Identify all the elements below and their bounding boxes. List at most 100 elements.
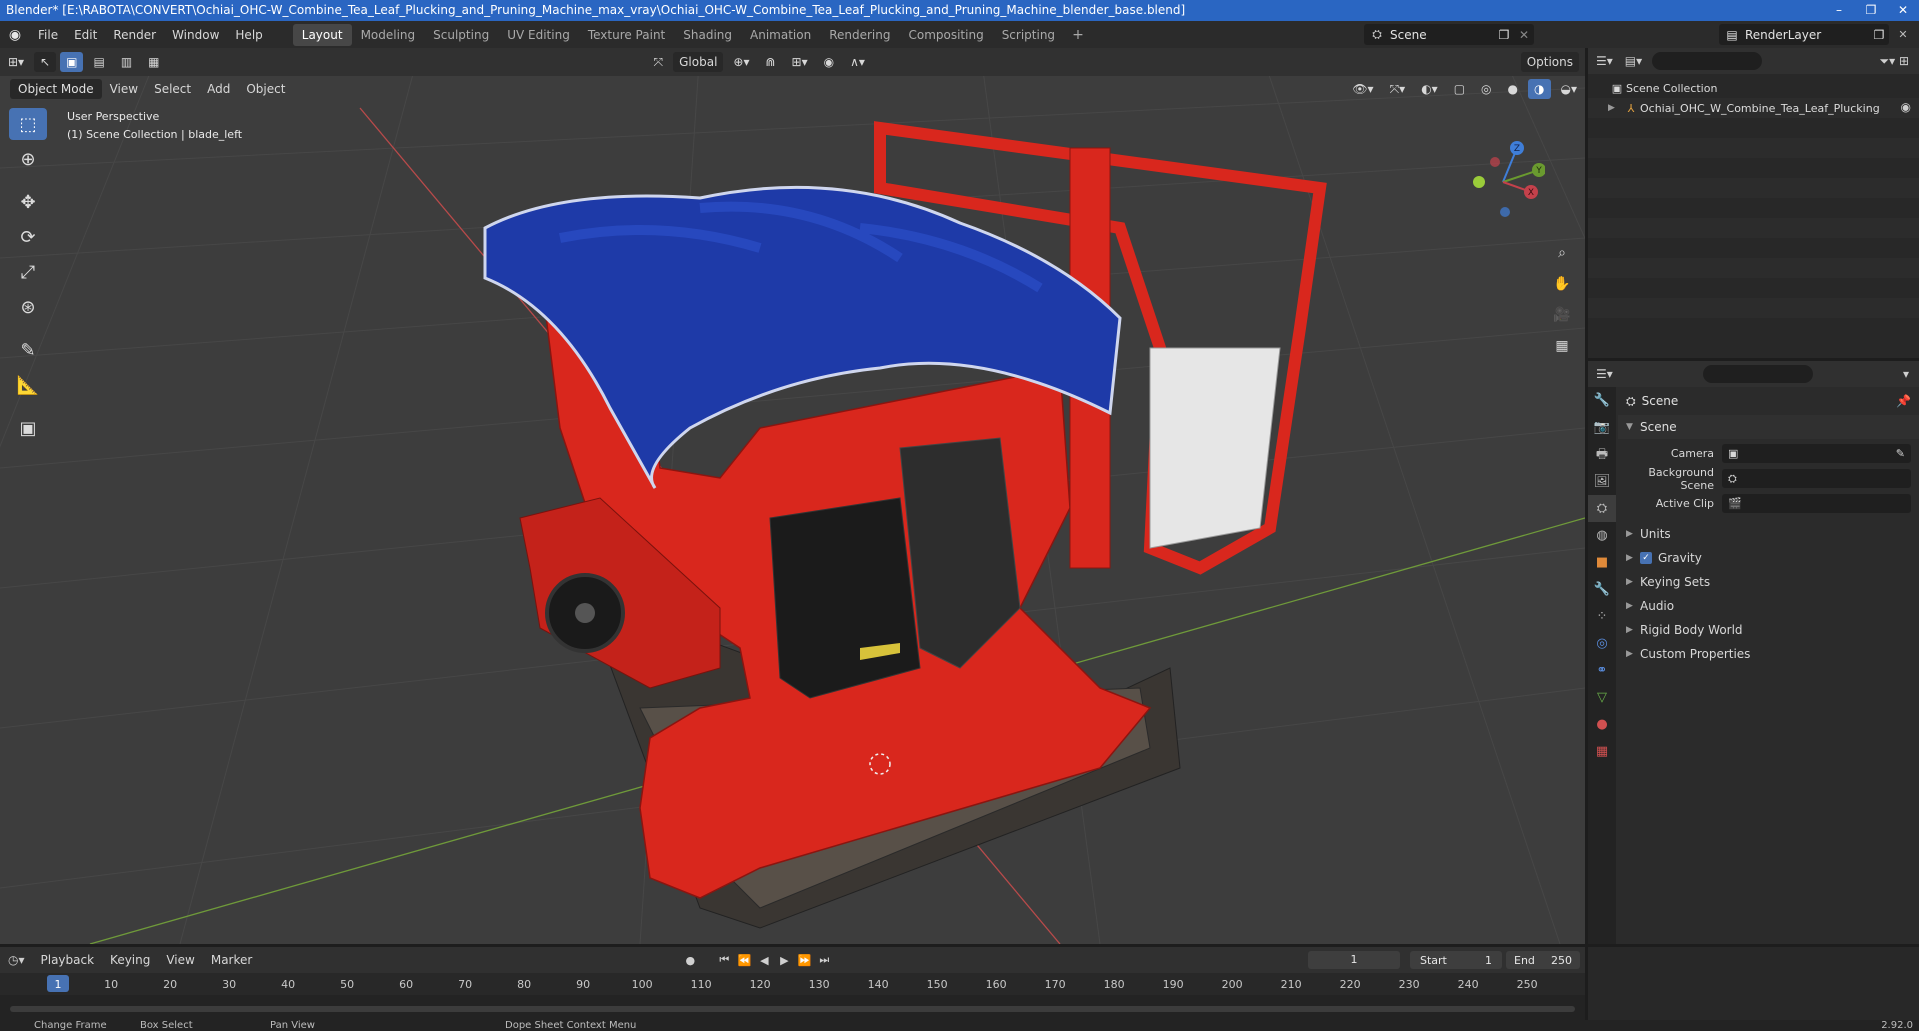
jump-end-icon[interactable]: ⏭: [814, 953, 834, 967]
units-subpanel[interactable]: ▶ Units: [1618, 522, 1919, 546]
prev-keyframe-icon[interactable]: ⏪: [734, 954, 754, 967]
scene-tab-icon[interactable]: ⛭: [1588, 495, 1616, 522]
tab-shading[interactable]: Shading: [674, 24, 741, 46]
xray-icon[interactable]: ▢: [1448, 79, 1471, 99]
end-frame-field[interactable]: End 250: [1506, 951, 1580, 969]
visibility-eye-icon[interactable]: ◉: [1901, 100, 1911, 114]
next-keyframe-icon[interactable]: ⏩: [794, 954, 814, 967]
selection-mode-subtract-icon[interactable]: ▥: [115, 52, 138, 72]
modifier-tab-icon[interactable]: 🔧: [1588, 576, 1616, 603]
data-tab-icon[interactable]: ▽: [1588, 684, 1616, 711]
timeline-menu-view[interactable]: View: [158, 953, 202, 967]
rotate-tool-icon[interactable]: ⟳: [9, 221, 47, 253]
outliner-search-input[interactable]: [1652, 52, 1763, 70]
navigation-gizmo[interactable]: Z Y X: [1465, 140, 1545, 220]
viewport-menu-select[interactable]: Select: [146, 82, 199, 96]
options-dropdown[interactable]: Options: [1520, 52, 1579, 72]
outliner-item[interactable]: ▶ ⅄ Ochiai_OHC_W_Combine_Tea_Leaf_Plucki…: [1588, 98, 1919, 118]
selection-mode-extend-icon[interactable]: ▤: [87, 52, 110, 72]
timeline-menu-marker[interactable]: Marker: [203, 953, 260, 967]
tab-uv-editing[interactable]: UV Editing: [498, 24, 579, 46]
maximize-button[interactable]: ❐: [1855, 0, 1887, 21]
minimize-button[interactable]: –: [1823, 0, 1855, 21]
viewport-menu-object[interactable]: Object: [238, 82, 293, 96]
display-mode-icon[interactable]: ▤▾: [1625, 54, 1642, 68]
tab-sculpting[interactable]: Sculpting: [424, 24, 498, 46]
gizmo-toggle-icon[interactable]: ⤧▾: [1384, 79, 1412, 99]
select-box-tool-icon[interactable]: ⬚: [9, 108, 47, 140]
scene-copy-icon[interactable]: ❐: [1494, 28, 1514, 42]
scale-tool-icon[interactable]: ⤢: [9, 256, 47, 288]
cursor-tool-icon[interactable]: ⊕: [9, 143, 47, 175]
viewport-menu-view[interactable]: View: [102, 82, 146, 96]
wireframe-shading-icon[interactable]: ◎: [1475, 79, 1497, 99]
measure-tool-icon[interactable]: 📐: [9, 369, 47, 401]
transform-tool-icon[interactable]: ⊛: [9, 291, 47, 323]
menu-window[interactable]: Window: [164, 28, 227, 42]
scene-selector[interactable]: ⛭ Scene ❐ ✕: [1364, 24, 1534, 45]
view-layer-tab-icon[interactable]: 🖼: [1588, 468, 1616, 495]
pin-icon[interactable]: 📌: [1896, 394, 1911, 408]
close-button[interactable]: ✕: [1887, 0, 1919, 21]
expand-arrow-icon[interactable]: ▶: [1626, 529, 1640, 539]
menu-help[interactable]: Help: [227, 28, 270, 42]
timeline-editor-icon[interactable]: ◷▾: [0, 953, 33, 967]
properties-options-icon[interactable]: ▾: [1903, 367, 1909, 381]
menu-render[interactable]: Render: [105, 28, 164, 42]
scene-name[interactable]: Scene: [1390, 28, 1494, 42]
constraints-tab-icon[interactable]: ⚭: [1588, 657, 1616, 684]
tab-rendering[interactable]: Rendering: [820, 24, 899, 46]
timeline-menu-playback[interactable]: Playback: [33, 953, 103, 967]
falloff-icon[interactable]: ∧▾: [844, 52, 871, 72]
eyedropper-icon[interactable]: ✎: [1896, 447, 1905, 460]
start-frame-field[interactable]: Start 1: [1410, 951, 1502, 969]
tab-compositing[interactable]: Compositing: [899, 24, 992, 46]
pan-hand-icon[interactable]: ✋: [1549, 271, 1575, 297]
expand-arrow-icon[interactable]: ▶: [1626, 625, 1640, 635]
camera-field[interactable]: ▣ ✎: [1722, 444, 1911, 463]
renderlayer-remove-icon[interactable]: ✕: [1893, 24, 1913, 45]
move-tool-icon[interactable]: ✥: [9, 186, 47, 218]
selection-mode-invert-icon[interactable]: ▦: [142, 52, 165, 72]
timeline-scrollbar[interactable]: [10, 1006, 1575, 1012]
machine-model[interactable]: [0, 48, 1585, 944]
add-cube-tool-icon[interactable]: ▣: [9, 412, 47, 444]
add-workspace-button[interactable]: +: [1064, 27, 1092, 43]
renderlayer-selector[interactable]: ▤ RenderLayer ❐: [1719, 24, 1889, 45]
menu-edit[interactable]: Edit: [66, 28, 105, 42]
viewport-menu-add[interactable]: Add: [199, 82, 238, 96]
material-tab-icon[interactable]: ●: [1588, 711, 1616, 738]
filter-icon[interactable]: ⏷▾ ⊞: [1880, 54, 1910, 69]
gravity-subpanel[interactable]: ▶ ✓ Gravity: [1618, 546, 1919, 570]
outliner-scene-collection[interactable]: ▣ Scene Collection: [1588, 78, 1919, 98]
object-mode-dropdown[interactable]: Object Mode: [10, 79, 102, 99]
snap-target-icon[interactable]: ⊞▾: [786, 52, 814, 72]
current-frame-field[interactable]: 1: [1308, 951, 1400, 969]
blender-logo-icon[interactable]: ◉: [0, 27, 30, 43]
select-tool-icon[interactable]: ↖: [34, 52, 57, 72]
expand-arrow-icon[interactable]: ▶: [1626, 601, 1640, 611]
physics-tab-icon[interactable]: ◎: [1588, 630, 1616, 657]
pivot-point-icon[interactable]: ⊕▾: [727, 52, 755, 72]
zoom-icon[interactable]: ⌕: [1549, 240, 1575, 266]
rigid-body-world-subpanel[interactable]: ▶ Rigid Body World: [1618, 618, 1919, 642]
world-tab-icon[interactable]: ◍: [1588, 522, 1616, 549]
visibility-icon[interactable]: 👁▾: [1346, 79, 1379, 99]
collapse-arrow-icon[interactable]: ▼: [1626, 422, 1640, 432]
active-clip-field[interactable]: 🎬: [1722, 494, 1911, 513]
tool-tab-icon[interactable]: 🔧: [1588, 387, 1616, 414]
transform-orientation-dropdown[interactable]: Global: [673, 52, 724, 72]
camera-view-icon[interactable]: 🎥: [1549, 302, 1575, 328]
expand-arrow-icon[interactable]: ▶: [1626, 577, 1640, 587]
keying-sets-subpanel[interactable]: ▶ Keying Sets: [1618, 570, 1919, 594]
scene-remove-icon[interactable]: ✕: [1514, 28, 1534, 42]
object-tab-icon[interactable]: ■: [1588, 549, 1616, 576]
menu-file[interactable]: File: [30, 28, 66, 42]
proportional-edit-icon[interactable]: ◉: [818, 52, 840, 72]
tab-animation[interactable]: Animation: [741, 24, 820, 46]
outliner-editor-icon[interactable]: ☰▾: [1596, 54, 1613, 68]
frame-ruler[interactable]: 1 10 20 30 40 50 60 70 80 90 100 110 120 130 140 150 160…: [0, 973, 1585, 995]
expand-arrow-icon[interactable]: ▶: [1626, 553, 1640, 563]
scene-panel-header[interactable]: ▼ Scene: [1618, 415, 1919, 439]
tab-texture-paint[interactable]: Texture Paint: [579, 24, 674, 46]
